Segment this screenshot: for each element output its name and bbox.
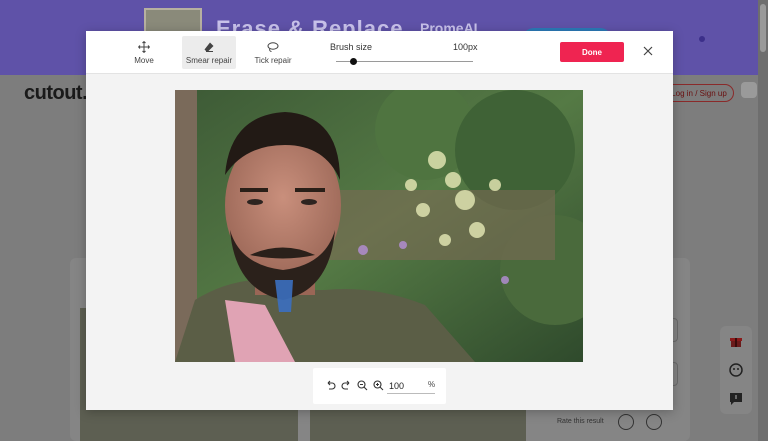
tool-move[interactable]: Move <box>124 36 164 69</box>
tool-tick-repair[interactable]: Tick repair <box>251 36 295 69</box>
redo-icon[interactable] <box>341 380 352 391</box>
brush-size-slider-handle[interactable] <box>350 58 357 65</box>
avatar[interactable] <box>741 82 757 98</box>
tool-tick-repair-label: Tick repair <box>254 55 292 65</box>
side-toolbar <box>720 326 752 414</box>
done-button[interactable]: Done <box>560 42 624 62</box>
eraser-icon <box>204 42 214 52</box>
rate-label: Rate this result <box>557 418 604 425</box>
eye <box>301 199 317 205</box>
brush-size-value: 100px <box>453 42 478 52</box>
eye <box>247 199 263 205</box>
frown-icon[interactable] <box>646 414 662 430</box>
page-scrollbar[interactable] <box>758 0 768 441</box>
eyebrow <box>240 188 268 192</box>
site-logo[interactable]: cutout. <box>24 82 88 105</box>
close-icon[interactable] <box>642 45 654 57</box>
gift-icon[interactable] <box>729 334 743 348</box>
undo-icon[interactable] <box>325 380 336 391</box>
repair-modal: Move Smear repair Tick repair Brush size… <box>86 31 673 410</box>
zoom-controls: % <box>313 368 446 404</box>
eyebrow <box>295 188 325 192</box>
brush-size-label: Brush size <box>330 42 373 52</box>
zoom-unit: % <box>428 380 436 389</box>
face-icon[interactable] <box>729 363 743 377</box>
smile-icon[interactable] <box>618 414 634 430</box>
tool-smear-repair-label: Smear repair <box>185 55 233 65</box>
login-button[interactable]: Log in / Sign up <box>664 84 734 102</box>
zoom-out-icon[interactable] <box>357 380 368 391</box>
editor-toolbar: Move Smear repair Tick repair Brush size… <box>86 31 673 74</box>
tool-move-label: Move <box>134 55 154 65</box>
zoom-in-icon[interactable] <box>373 380 384 391</box>
scrollbar-thumb[interactable] <box>760 4 766 52</box>
tool-smear-repair[interactable]: Smear repair <box>182 36 236 69</box>
move-icon <box>138 40 150 53</box>
promo-dot-icon <box>699 36 705 42</box>
feedback-icon[interactable] <box>729 392 743 406</box>
lasso-icon <box>267 41 279 52</box>
editing-canvas[interactable] <box>175 90 583 362</box>
